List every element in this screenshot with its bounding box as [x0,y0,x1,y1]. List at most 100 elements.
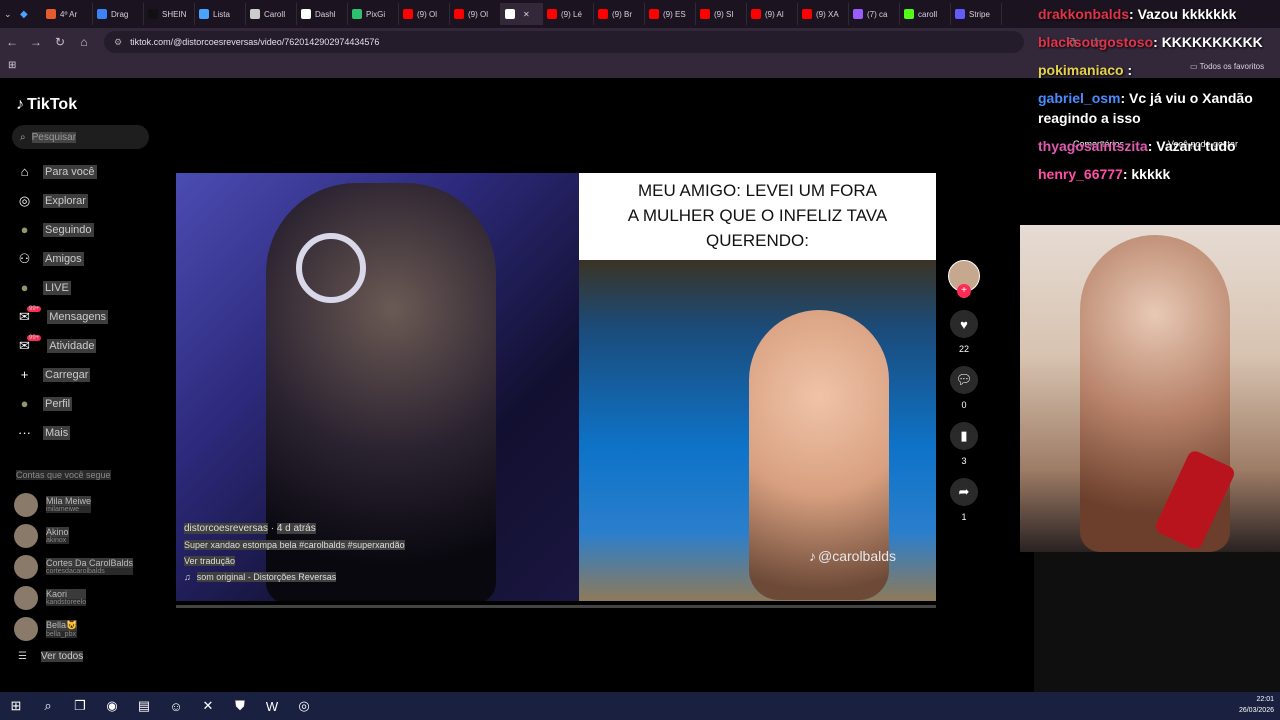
browser-tab[interactable]: (9) ES [645,3,696,25]
video-description: Super xandao estompa bela #carolbalds #s… [184,540,405,550]
tab-favicon-icon [802,9,812,19]
sidebar-item-perfil[interactable]: ● Perfil [0,389,160,418]
sidebar-item-mais[interactable]: ··· Mais [0,418,160,447]
file-explorer-icon[interactable]: ▤ [128,692,160,720]
tab-favicon-icon [649,9,659,19]
streamer-webcam [1020,225,1280,552]
browser-tab[interactable]: caroll [900,3,951,25]
browser-tab[interactable]: ✕ [501,3,543,25]
tab-list-chevron-icon[interactable]: ⌄ [4,9,20,20]
tab-favicon-icon [352,9,362,19]
browser-tab[interactable]: (9) Ol [450,3,501,25]
discord-icon[interactable]: ☺ [160,692,192,720]
following-name: Cortes Da CarolBalds [46,558,134,568]
shield-app-icon[interactable]: ⛊ [224,692,256,720]
following-item[interactable]: Mila Meiwe milameiwe [0,489,160,520]
browser-tab[interactable]: PixGi [348,3,399,25]
browser-tab[interactable]: SHEIN [144,3,195,25]
author-name[interactable]: distorcoesreversas [184,523,268,534]
xbox-icon[interactable]: ✕ [192,692,224,720]
search-box[interactable]: ⌕ Pesquisar [12,125,149,149]
sidebar-item-para-você[interactable]: ⌂ Para você [0,157,160,186]
tab-favicon-icon [199,9,209,19]
search-input[interactable]: Pesquisar [31,131,77,143]
sound-link[interactable]: som original - Distorções Reversas [196,572,337,582]
video-player[interactable]: MEU AMIGO: LEVEI UM FORA A MULHER QUE O … [176,173,936,601]
home-button-icon[interactable]: ⌂ [72,30,96,54]
word-icon[interactable]: W [256,692,288,720]
see-all-link[interactable]: ☰ Ver todos [18,651,84,662]
browser-tab[interactable]: 4º Ar [42,3,93,25]
sidebar-item-live[interactable]: ● LIVE [0,273,160,302]
browser-tab[interactable]: (9) Al [747,3,798,25]
chat-message: gabriel_osm: Vc já viu o Xandão reagindo… [1034,84,1280,132]
follow-plus-icon[interactable]: + [957,284,971,298]
video-info-overlay: distorcoesreversas · 4 d atrás Super xan… [184,523,405,582]
tab-label: (9) SI [714,9,734,19]
search-icon: ⌕ [20,131,26,143]
system-clock[interactable]: 22:01 26/03/2026 [1239,694,1274,716]
browser-tab[interactable]: CarolI [246,3,297,25]
tab-favicon-icon [904,9,914,19]
start-icon[interactable]: ⊞ [0,692,32,720]
tab-favicon-icon [454,9,464,19]
following-item[interactable]: Bella😺 bella_pbx [0,613,160,644]
sidebar-item-carregar[interactable]: + Carregar [0,360,160,389]
back-arrow-icon[interactable]: ← [0,30,24,54]
following-name: Akino [46,527,69,537]
browser-tab[interactable]: (9) XA [798,3,849,25]
browser-tab[interactable]: (9) SI [696,3,747,25]
profile-icon: ● [20,396,29,411]
reload-icon[interactable]: ↻ [48,30,72,54]
sidebar-item-amigos[interactable]: ⚇ Amigos [0,244,160,273]
sidebar-item-seguindo[interactable]: ● Seguindo [0,215,160,244]
following-handle: bella_pbx [46,630,78,638]
watermark: ♪ @carolbalds [809,548,897,564]
site-info-icon[interactable]: ⚙ [114,37,122,48]
home-icon: ⌂ [20,164,29,179]
bookmark-icon[interactable]: ▮ [950,422,978,450]
apps-grid-icon[interactable]: ⊞ [8,60,16,71]
search-icon[interactable]: ⌕ [32,692,64,720]
chat-username: henry_66777 [1038,166,1123,182]
avatar [14,616,38,641]
video-progress-bar[interactable] [176,605,936,608]
sidebar-item-mensagens[interactable]: ✉ 99+ Mensagens [0,302,160,331]
browser-tab[interactable]: Stripe [951,3,1002,25]
following-item[interactable]: Cortes Da CarolBalds cortesdacarolbalds [0,551,160,582]
following-item[interactable]: Akino akinox [0,520,160,551]
time-ago: 4 d atrás [276,523,316,534]
forward-arrow-icon[interactable]: → [24,30,48,54]
share-arrow-icon[interactable]: ➦ [950,478,978,506]
notification-badge: 99+ [27,305,42,312]
like-heart-icon[interactable]: ♥ [950,310,978,338]
browser-tab[interactable]: Dashl [297,3,348,25]
browser-tab[interactable]: (9) Br [594,3,645,25]
tab-first-icon[interactable]: ◆ [20,9,42,20]
task-view-icon[interactable]: ❐ [64,692,96,720]
obs-icon[interactable]: ◎ [288,692,320,720]
browser-tab[interactable]: (7) ca [849,3,900,25]
sidebar-item-atividade[interactable]: ✉ 99+ Atividade [0,331,160,360]
close-tab-icon[interactable]: ✕ [523,10,530,19]
following-item[interactable]: Kaori kandstoreelo [0,582,160,613]
browser-tab[interactable]: Drag [93,3,144,25]
browser-tab[interactable]: Lista [195,3,246,25]
browser-tab[interactable]: (9) Lé [543,3,594,25]
address-bar[interactable]: ⚙ tiktok.com/@distorcoesreversas/video/7… [104,31,1024,53]
avatar [14,523,38,548]
tab-favicon-icon [301,9,311,19]
translate-link[interactable]: Ver tradução [184,556,236,566]
browser-tab[interactable]: (9) Ol [399,3,450,25]
upload-icon: + [20,367,29,382]
sidebar-item-explorar[interactable]: ◎ Explorar [0,186,160,215]
music-note-icon: ♫ [184,572,191,582]
tab-label: caroll [918,9,938,19]
tiktok-logo[interactable]: ♪ TikTok [16,96,77,114]
chrome-icon[interactable]: ◉ [96,692,128,720]
chat-text: : KKKKKKKKKK [1153,34,1263,50]
sidebar-item-label: Carregar [43,367,91,382]
chat-text: : Vazaru tudo [1147,138,1236,154]
following-name: Kaori [46,589,87,599]
comment-icon[interactable]: 💬︎ [950,366,978,394]
